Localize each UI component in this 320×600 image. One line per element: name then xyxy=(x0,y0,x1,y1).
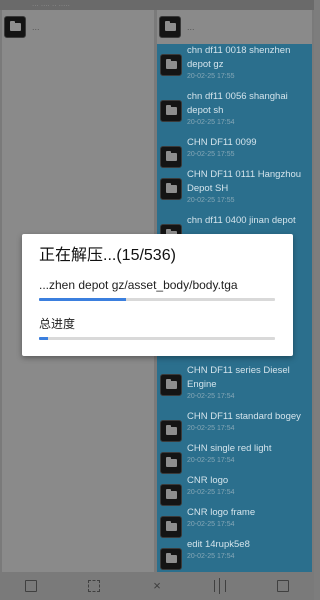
file-date: 20-02-25 17:54 xyxy=(187,553,235,560)
current-file-path: ...zhen depot gz/asset_body/body.tga xyxy=(39,278,238,292)
folder-icon xyxy=(160,484,182,506)
file-date: 20-02-25 17:54 xyxy=(187,425,235,432)
file-date: 20-02-25 17:54 xyxy=(187,457,235,464)
extract-progress-dialog: 正在解压...(15/536) ...zhen depot gz/asset_b… xyxy=(22,234,293,356)
file-name: CHN DF11 series Diesel Engine xyxy=(187,365,290,390)
list-item[interactable]: CHN DF11 series Diesel Engine 20-02-25 1… xyxy=(157,364,312,401)
current-file-progress-fill xyxy=(39,298,127,301)
left-parent-folder-row[interactable]: ... xyxy=(2,10,154,44)
file-date: 20-02-25 17:55 xyxy=(187,197,235,204)
list-item[interactable]: CHN DF11 0099 20-02-25 17:55 xyxy=(157,136,312,168)
right-parent-folder-row[interactable]: ... xyxy=(157,10,312,44)
folder-icon xyxy=(160,100,182,122)
file-name: chn df11 0018 shenzhen depot gz xyxy=(187,45,291,70)
split-icon[interactable] xyxy=(213,578,226,594)
list-item[interactable]: CHN single red light 20-02-25 17:54 xyxy=(157,442,312,474)
folder-icon xyxy=(160,146,182,168)
list-item[interactable]: CNR logo 20-02-25 17:54 xyxy=(157,474,312,506)
total-progress-fill xyxy=(39,337,49,340)
file-name: CNR logo xyxy=(187,475,229,486)
folder-icon xyxy=(160,516,182,538)
total-progress-bar xyxy=(39,337,275,340)
folder-icon xyxy=(160,178,182,200)
folder-icon xyxy=(160,374,182,396)
folder-icon xyxy=(160,548,182,570)
dialog-title: 正在解压...(15/536) xyxy=(39,247,176,264)
file-name: CHN DF11 standard bogey xyxy=(187,411,301,422)
folder-icon xyxy=(160,452,182,474)
total-progress-label: 总进度 xyxy=(39,317,76,331)
file-date: 20-02-25 17:55 xyxy=(187,151,235,158)
status-bar: ... .... .. ..... xyxy=(0,0,314,10)
list-item[interactable]: edit 14rupk5e8 20-02-25 17:54 xyxy=(157,538,312,570)
file-name: CHN DF11 0111 Hangzhou Depot SH xyxy=(187,169,302,194)
file-date: 20-02-25 17:55 xyxy=(187,73,235,80)
list-item[interactable]: CHN DF11 standard bogey 20-02-25 17:54 xyxy=(157,410,312,442)
folder-icon xyxy=(159,16,181,38)
folder-icon xyxy=(160,54,182,76)
parent-folder-label: ... xyxy=(187,22,195,32)
file-name: chn df11 0400 jinan depot xyxy=(187,215,296,226)
file-name: CHN single red light xyxy=(187,443,272,454)
bottom-toolbar: × xyxy=(0,572,314,600)
parent-folder-label: ... xyxy=(32,22,40,32)
close-icon[interactable]: × xyxy=(151,579,163,592)
folder-icon xyxy=(4,16,26,38)
current-file-progress-bar xyxy=(39,298,275,301)
file-name: chn df11 0056 shanghai depot sh xyxy=(187,91,288,116)
file-date: 20-02-25 17:54 xyxy=(187,393,235,400)
file-date: 20-02-25 17:54 xyxy=(187,119,235,126)
folder-icon xyxy=(160,420,182,442)
copy-icon[interactable] xyxy=(88,580,101,592)
select-all-icon[interactable] xyxy=(25,580,38,592)
list-icon[interactable] xyxy=(276,580,289,592)
file-name: CHN DF11 0099 xyxy=(187,137,257,148)
file-name: edit 14rupk5e8 xyxy=(187,539,250,550)
file-date: 20-02-25 17:54 xyxy=(187,521,235,528)
file-date: 20-02-25 17:54 xyxy=(187,489,235,496)
list-item[interactable]: chn df11 0018 shenzhen depot gz 20-02-25… xyxy=(157,44,312,81)
list-item[interactable]: chn df11 0056 shanghai depot sh 20-02-25… xyxy=(157,90,312,127)
file-name: CNR logo frame xyxy=(187,507,256,518)
list-item[interactable]: CNR logo frame 20-02-25 17:54 xyxy=(157,506,312,538)
list-item[interactable]: CHN DF11 0111 Hangzhou Depot SH 20-02-25… xyxy=(157,168,312,205)
